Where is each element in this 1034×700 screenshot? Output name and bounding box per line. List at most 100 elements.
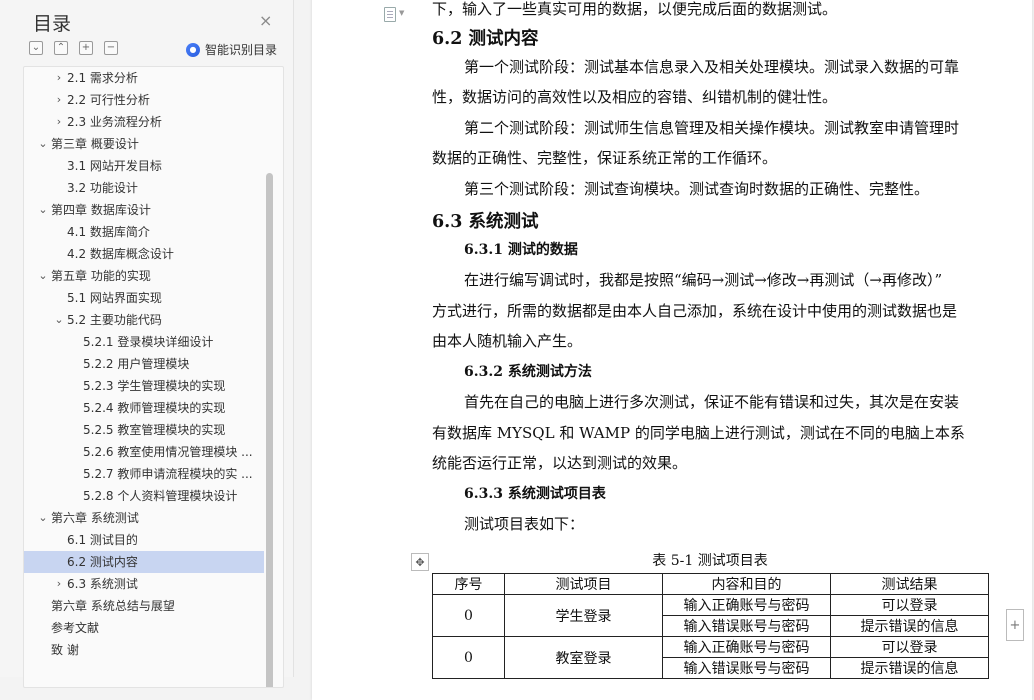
toc-item[interactable]: 4.2 数据库概念设计 (24, 243, 264, 265)
test-items-table: 序号 测试项目 内容和目的 测试结果 0 学生登录 输入正确账号与密码 可以登录 输入错误账号与… (432, 573, 989, 679)
section-heading: 6.2 测试内容 (432, 29, 539, 49)
paragraph-line: 有数据库 MYSQL 和 WAMP 的同学电脑上进行测试，测试在不同的电脑上本系 (432, 424, 965, 442)
toc-item[interactable]: 3.2 功能设计 (24, 177, 264, 199)
smart-toc-button[interactable]: ● 智能识别目录 (186, 41, 277, 58)
content-cell: 输入错误账号与密码 (662, 615, 831, 637)
chevron-down-icon[interactable]: ⌄ (38, 507, 48, 529)
paragraph-line: 在进行编写调试时，我都是按照“编码→测试→修改→再测试（→再修改）” (464, 271, 943, 289)
toc-item-label: 5.2.6 教室使用情况管理模块 ... (83, 445, 253, 459)
toc-scrollbar[interactable] (266, 67, 273, 687)
toc-item[interactable]: 3.1 网站开发目标 (24, 155, 264, 177)
toc-item[interactable]: 5.2.5 教室管理模块的实现 (24, 419, 264, 441)
section-heading: 6.3.3 系统测试项目表 (464, 486, 606, 502)
toc-item[interactable]: ⌄ 第五章 功能的实现 (24, 265, 264, 287)
table-header-row: 序号 测试项目 内容和目的 测试结果 (432, 573, 989, 595)
toc-item[interactable]: 参考文献 (24, 617, 264, 639)
toc-item[interactable]: 5.2.1 登录模块详细设计 (24, 331, 264, 353)
chevron-right-icon[interactable]: › (54, 89, 64, 111)
chevron-down-icon[interactable]: ⌄ (38, 265, 48, 287)
toc-item[interactable]: 致 谢 (24, 639, 264, 661)
result-cell: 可以登录 (830, 594, 989, 616)
chevron-right-icon[interactable]: › (54, 67, 64, 89)
smart-toc-icon: ● (186, 42, 200, 57)
toc-item[interactable]: 5.2.8 个人资料管理模块设计 (24, 485, 264, 507)
paragraph-line: 第一个测试阶段：测试基本信息录入及相关处理模块。测试录入数据的可靠 (464, 58, 960, 76)
remove-icon[interactable]: − (104, 41, 118, 55)
chevron-right-icon[interactable]: › (54, 111, 64, 133)
toc-item-label: 5.2.7 教师申请流程模块的实 ... (83, 467, 253, 481)
sidebar-title: 目录 (33, 13, 72, 35)
paragraph-line: 方式进行，所需的数据都是由本人自己添加，系统在设计中使用的测试数据也是 (432, 302, 958, 320)
paragraph-menu-icon[interactable] (384, 7, 396, 22)
paragraph-line: 由本人随机输入产生。 (432, 332, 583, 350)
add-column-icon[interactable]: + (1006, 609, 1024, 641)
toc-item[interactable]: 第六章 系统总结与展望 (24, 595, 264, 617)
paragraph-line: 数据的正确性、完整性，保证系统正常的工作循环。 (432, 149, 778, 167)
toc-item[interactable]: 4.1 数据库简介 (24, 221, 264, 243)
toc-item-label: 2.2 可行性分析 (67, 93, 150, 107)
toc-panel: › 2.1 需求分析 › 2.2 可行性分析 › 2.3 业务流程分析 ⌄ 第三章 概要设计 3… (23, 66, 284, 688)
paragraph-line: 下，输入了一些真实可用的数据，以便完成后面的数据测试。 (432, 0, 838, 18)
toc-item-label: 致 谢 (51, 643, 79, 657)
toc-item[interactable]: 6.1 测试目的 (24, 529, 264, 551)
toc-item[interactable]: 6.2 测试内容 (24, 551, 264, 573)
add-icon[interactable]: + (79, 41, 93, 55)
content-cell: 输入正确账号与密码 (662, 594, 831, 616)
content-cell: 输入正确账号与密码 (662, 636, 831, 658)
toc-sidebar: 目录 × ⌄ ⌃ + − ● 智能识别目录 › 2.1 需求分析 › 2.2 可行性分… (0, 0, 294, 688)
table-header-cell: 测试项目 (504, 573, 663, 595)
toc-item[interactable]: ⌄ 第六章 系统测试 (24, 507, 264, 529)
toc-item[interactable]: 5.2.6 教室使用情况管理模块 ... (24, 441, 264, 463)
section-heading: 6.3 系统测试 (432, 212, 539, 232)
section-heading: 6.3.1 测试的数据 (464, 242, 578, 258)
toc-item[interactable]: › 2.1 需求分析 (24, 67, 264, 89)
toc-item-label: 6.3 系统测试 (67, 577, 138, 591)
toc-item-label: 5.2.8 个人资料管理模块设计 (83, 489, 238, 503)
toc-item-label: 4.1 数据库简介 (67, 225, 150, 239)
toc-scroll-thumb[interactable] (266, 173, 273, 687)
toc-item-label: 6.2 测试内容 (67, 555, 138, 569)
result-cell: 可以登录 (830, 636, 989, 658)
toc-item-label: 5.2.2 用户管理模块 (83, 357, 190, 371)
toc-item[interactable]: 5.1 网站界面实现 (24, 287, 264, 309)
test-item-cell: 学生登录 (504, 594, 663, 637)
toc-item[interactable]: › 2.3 业务流程分析 (24, 111, 264, 133)
document-area: ▼ 下，输入了一些真实可用的数据，以便完成后面的数据测试。 6.2 测试内容第一个… (294, 0, 1034, 700)
toc-item-label: 2.1 需求分析 (67, 71, 138, 85)
toc-item-label: 5.2.5 教室管理模块的实现 (83, 423, 226, 437)
toc-item-label: 5.1 网站界面实现 (67, 291, 162, 305)
toc-item[interactable]: ⌄ 5.2 主要功能代码 (24, 309, 264, 331)
chevron-right-icon[interactable]: › (54, 573, 64, 595)
toc-item[interactable]: 5.2.7 教师申请流程模块的实 ... (24, 463, 264, 485)
table-header-cell: 内容和目的 (662, 573, 831, 595)
toc-item-label: 第六章 系统测试 (51, 511, 139, 525)
toc-item[interactable]: ⌄ 第四章 数据库设计 (24, 199, 264, 221)
toc-item[interactable]: 5.2.2 用户管理模块 (24, 353, 264, 375)
paragraph-line: 第三个测试阶段：测试查询模块。测试查询时数据的正确性、完整性。 (464, 180, 930, 198)
chevron-down-icon[interactable]: ▼ (399, 9, 404, 17)
toc-item-label: 3.1 网站开发目标 (67, 159, 162, 173)
chevron-down-icon[interactable]: ⌄ (54, 309, 64, 331)
expand-all-icon[interactable]: ⌃ (54, 41, 68, 55)
toc-item[interactable]: 5.2.3 学生管理模块的实现 (24, 375, 264, 397)
chevron-down-icon[interactable]: ⌄ (38, 133, 48, 155)
toc-item[interactable]: 5.2.4 教师管理模块的实现 (24, 397, 264, 419)
close-icon[interactable]: × (259, 11, 272, 30)
collapse-all-icon[interactable]: ⌄ (29, 41, 43, 55)
toc-item-label: 5.2.1 登录模块详细设计 (83, 335, 214, 349)
result-cell: 提示错误的信息 (830, 657, 989, 679)
chevron-down-icon[interactable]: ⌄ (38, 199, 48, 221)
table-header-cell: 序号 (432, 573, 505, 595)
content-cell: 输入错误账号与密码 (662, 657, 831, 679)
toc-item[interactable]: › 2.2 可行性分析 (24, 89, 264, 111)
table-move-handle-icon[interactable]: ✥ (411, 553, 429, 571)
table-caption: 表 5-1 测试项目表 (652, 553, 768, 569)
paragraph-line: 统能否运行正常，以达到测试的效果。 (432, 454, 688, 472)
toc-item-label: 5.2.3 学生管理模块的实现 (83, 379, 226, 393)
toc-item[interactable]: ⌄ 第三章 概要设计 (24, 133, 264, 155)
table-header-cell: 测试结果 (830, 573, 989, 595)
toc-item-label: 第六章 系统总结与展望 (51, 599, 175, 613)
toc-item[interactable]: › 6.3 系统测试 (24, 573, 264, 595)
row-number-cell: 0 (432, 594, 505, 637)
toc-item-label: 2.3 业务流程分析 (67, 115, 162, 129)
